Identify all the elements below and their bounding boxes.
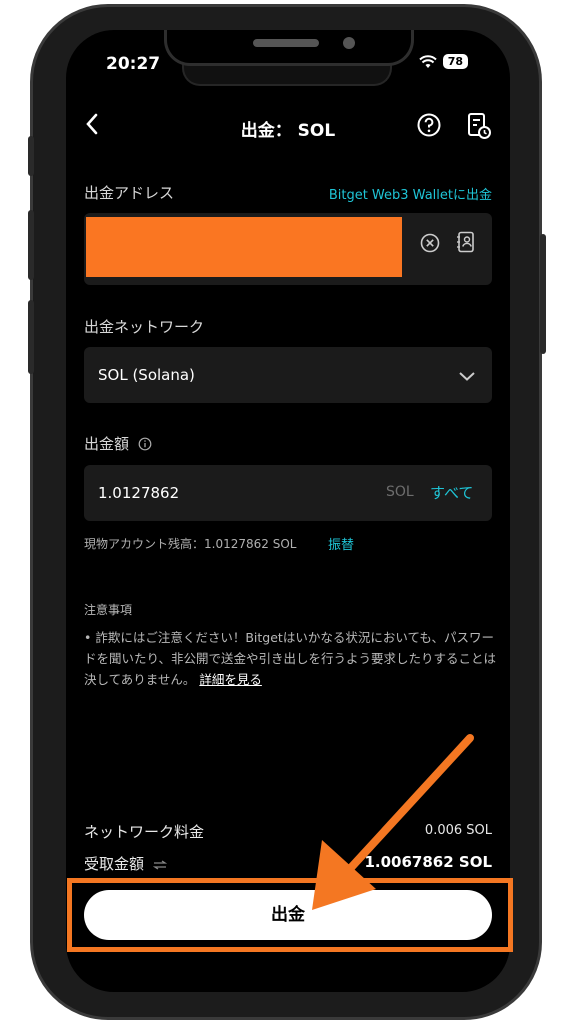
receive-value: 1.0067862 SOL [364, 853, 492, 871]
amount-label-row: 出金額 [84, 433, 152, 455]
receive-label-wrap: 受取金額 [84, 853, 167, 874]
amount-unit: SOL [386, 484, 414, 500]
status-time: 20:27 [106, 54, 161, 74]
info-icon[interactable] [138, 437, 152, 455]
max-amount-button[interactable]: すべて [430, 482, 473, 503]
notes-title: 注意事項 [84, 603, 133, 617]
status-icons: 78 [418, 54, 468, 69]
address-label: 出金アドレス [84, 184, 175, 202]
phone-notch [164, 30, 414, 66]
network-select[interactable]: SOL (Solana) [84, 347, 492, 403]
battery-level: 78 [442, 54, 468, 69]
notes-text: • 詐欺にはご注意ください！Bitgetはいかなる状況においても、パスワードを聞… [84, 630, 497, 687]
chevron-down-icon [458, 367, 476, 386]
amount-value: 1.0127862 [98, 484, 180, 502]
highlight-box [67, 878, 513, 952]
network-fee-value: 0.006 SOL [424, 823, 492, 838]
notes-body: • 詐欺にはご注意ください！Bitgetはいかなる状況においても、パスワードを聞… [84, 627, 496, 690]
nav-bar: 出金： SOL [66, 108, 510, 144]
network-fee-label: ネットワーク料金 [84, 823, 205, 841]
history-icon[interactable] [466, 112, 492, 144]
help-icon[interactable] [416, 112, 442, 142]
amount-input[interactable]: 1.0127862 SOL すべて [84, 465, 492, 521]
amount-label: 出金額 [84, 435, 130, 453]
address-input[interactable] [84, 213, 492, 285]
phone-side-button [28, 136, 34, 176]
speaker [253, 39, 319, 47]
network-value: SOL (Solana) [98, 366, 195, 384]
app-screen: 20:27 78 出金： SOL 出金アドレス Bitget Web3 Wall… [66, 30, 510, 992]
address-redaction [86, 217, 402, 277]
address-book-icon[interactable] [456, 231, 476, 257]
page-title: 出金： SOL [240, 121, 336, 141]
swap-icon[interactable] [152, 856, 167, 874]
learn-more-link[interactable]: 詳細を見る [199, 672, 262, 687]
clear-icon[interactable] [420, 233, 440, 257]
camera [343, 37, 355, 49]
network-label: 出金ネットワーク [84, 318, 205, 336]
transfer-link[interactable]: 振替 [328, 534, 354, 553]
receive-label: 受取金額 [84, 855, 145, 873]
phone-volume-up [28, 210, 34, 280]
phone-volume-down [28, 300, 34, 374]
web3-wallet-link[interactable]: Bitget Web3 Walletに出金 [329, 184, 492, 203]
wifi-icon [418, 54, 437, 69]
phone-power-button [540, 234, 546, 354]
spot-balance: 現物アカウント残高：1.0127862 SOL [84, 537, 297, 551]
